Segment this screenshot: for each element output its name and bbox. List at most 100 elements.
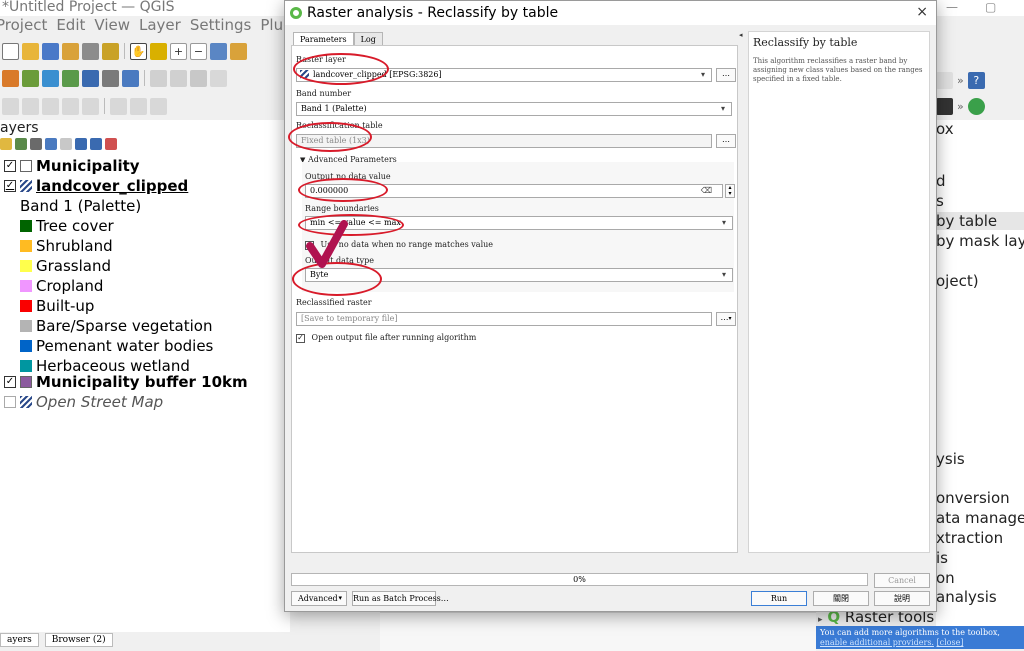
select-by-value-icon[interactable] [22,97,39,115]
add-feature-icon[interactable] [210,69,227,87]
refresh-icon[interactable] [967,97,985,115]
add-group-icon[interactable] [15,138,27,150]
filter-legend-icon[interactable] [45,138,57,150]
add-wms-layer-icon[interactable] [122,69,139,87]
add-vector-layer-icon[interactable] [22,69,39,87]
terminal-icon[interactable] [936,97,953,115]
menu-layer[interactable]: Layer [139,16,181,34]
tab-layers[interactable]: ayers [0,633,39,647]
open-project-icon[interactable] [22,42,39,60]
enable-providers-link[interactable]: enable additional providers. [820,638,934,647]
layer-visibility-checkbox[interactable]: ✓ [4,180,16,192]
style-manager-icon[interactable] [102,42,119,60]
close-info-link[interactable]: [close] [937,638,964,647]
layer-municipality[interactable]: ✓ Municipality [4,156,140,176]
progress-bar: 0% [291,573,868,586]
identify-icon[interactable] [62,97,79,115]
close-button[interactable]: 關閉 [813,591,869,606]
advanced-button[interactable]: Advanced ▾ [291,591,347,606]
layers-panel: ayers ✓ Municipality ✓ landcover_clipped… [0,120,290,632]
menu-edit[interactable]: Edit [56,16,85,34]
open-output-checkbox-row[interactable]: ✓ Open output file after running algorit… [296,333,476,343]
toolbox-group[interactable]: analysis [936,588,997,606]
statistics-icon[interactable] [130,97,147,115]
toolbar-overflow-chevron-icon[interactable]: » [957,100,964,113]
select-features-icon[interactable] [2,97,19,115]
zoom-out-icon[interactable]: − [190,42,207,60]
measure-icon[interactable] [82,97,99,115]
filter-expression-icon[interactable] [60,138,72,150]
expand-all-icon[interactable] [75,138,87,150]
toolbox-group[interactable]: ysis [936,450,965,468]
legend-swatch [20,260,32,272]
zoom-selection-icon[interactable] [230,42,247,60]
band-number-combo[interactable]: Band 1 (Palette) ▾ [296,102,732,116]
toolbox-group[interactable]: on [936,569,955,587]
reclassified-raster-input[interactable]: [Save to temporary file] [296,312,712,326]
pan-map-icon[interactable]: ✋ [130,42,147,60]
reclassification-table-edit-button[interactable]: … [716,134,736,148]
layer-visibility-checkbox[interactable]: ✓ [4,160,16,172]
cancel-button[interactable]: Cancel [874,573,930,588]
edit-pencil-icon[interactable] [150,69,167,87]
menu-settings[interactable]: Settings [190,16,252,34]
nodata-spinbox-icon[interactable]: ▴ ▾ [725,184,735,198]
toolbox-group[interactable]: onversion [936,489,1010,507]
menu-view[interactable]: View [94,16,130,34]
plugin-icon[interactable] [936,71,953,89]
tab-browser[interactable]: Browser (2) [44,633,113,647]
layer-landcover-clipped[interactable]: ✓ landcover_clipped [4,176,188,196]
digitize-icon[interactable] [62,69,79,87]
help-collapse-arrow-icon[interactable]: ◂ [739,31,743,39]
deselect-icon[interactable] [42,97,59,115]
toolbox-group[interactable]: ata manage... [936,509,1024,527]
help-icon[interactable]: ? [967,71,985,89]
map-canvas[interactable] [380,612,816,651]
toolbox-item[interactable]: s [936,192,944,210]
add-delimited-layer-icon[interactable] [42,69,59,87]
add-mesh-layer-icon[interactable] [82,69,99,87]
toolbar-overflow-chevron-icon[interactable]: » [957,74,964,87]
field-calculator-icon[interactable] [150,97,167,115]
chevron-down-icon: ▾ [720,104,725,113]
zoom-in-icon[interactable]: + [170,42,187,60]
add-raster-layer-icon[interactable] [102,69,119,87]
toolbox-group[interactable]: xtraction [936,529,1003,547]
toolbox-item-reclassify-by-table[interactable]: by table [936,212,1024,230]
tab-parameters[interactable]: Parameters [293,32,354,46]
close-icon[interactable]: × [916,4,928,20]
raster-layer-browse-button[interactable]: … [716,68,736,82]
clear-icon[interactable]: ⌫ [701,185,712,197]
layer-municipality-buffer[interactable]: ✓ Municipality buffer 10km [4,372,248,392]
reclassified-raster-browse-button[interactable]: …▾ [716,312,736,326]
new-print-layout-icon[interactable] [62,42,79,60]
zoom-full-icon[interactable] [210,42,227,60]
run-button[interactable]: Run [751,591,807,606]
collapse-all-icon[interactable] [90,138,102,150]
remove-layer-icon[interactable] [105,138,117,150]
toolbox-item[interactable]: d [936,172,946,190]
toggle-editing-icon[interactable] [170,69,187,87]
manage-theme-icon[interactable] [30,138,42,150]
menu-project[interactable]: Project [0,16,47,34]
layout-manager-icon[interactable] [82,42,99,60]
save-project-icon[interactable] [42,42,59,60]
open-output-checkbox[interactable]: ✓ [296,333,305,343]
new-project-icon[interactable] [2,42,19,60]
help-button[interactable]: 說明 [874,591,930,606]
minimize-icon[interactable]: — [946,0,958,15]
layer-visibility-checkbox[interactable]: ✓ [4,376,16,388]
tab-log[interactable]: Log [353,32,383,46]
open-layer-styling-icon[interactable] [0,138,12,150]
pan-to-selection-icon[interactable] [150,42,167,60]
layer-open-street-map[interactable]: Open Street Map [4,392,163,412]
data-source-manager-icon[interactable] [2,69,19,87]
run-batch-button[interactable]: Run as Batch Process… [352,591,449,606]
save-edits-icon[interactable] [190,69,207,87]
toolbox-item-reclassify-by-mask[interactable]: by mask layer [936,232,1024,250]
maximize-icon[interactable]: ▢ [985,0,996,15]
layer-visibility-checkbox[interactable] [4,396,16,408]
toolbox-group[interactable]: is [936,549,948,567]
attribute-table-icon[interactable] [110,97,127,115]
toolbox-item[interactable]: oject) [936,272,979,290]
